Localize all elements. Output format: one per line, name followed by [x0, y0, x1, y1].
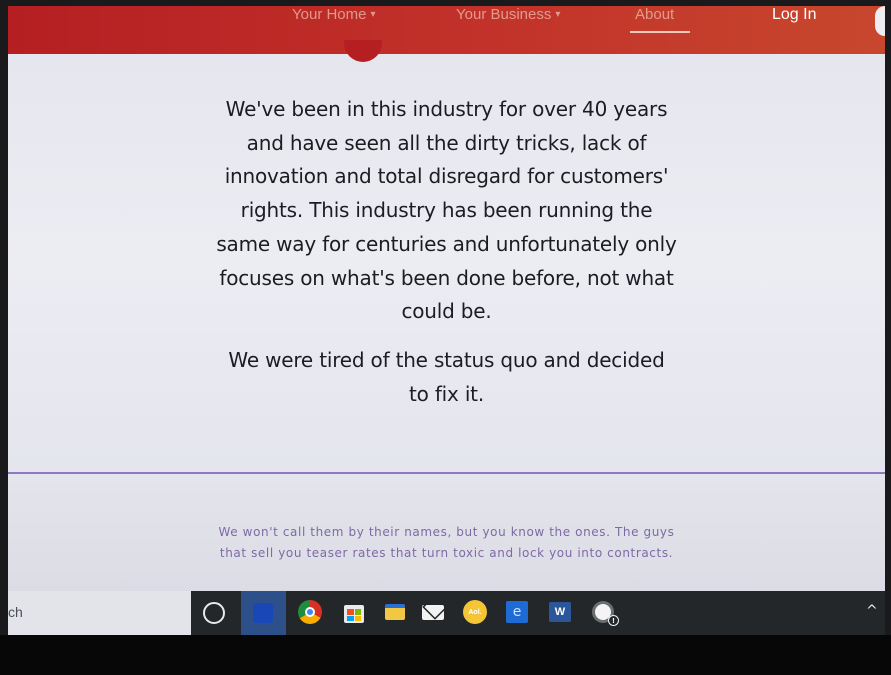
mail-icon[interactable]	[421, 600, 445, 624]
monitor-bezel-right	[885, 0, 891, 635]
chevron-down-icon: ▾	[370, 9, 376, 20]
text-line: innovation and total disregard for custo…	[224, 164, 669, 189]
word-icon-label: W	[549, 602, 571, 622]
cortana-icon[interactable]	[203, 602, 225, 624]
task-view-glyph	[253, 603, 273, 623]
text-line: We were tired of the status quo and deci…	[228, 348, 665, 372]
file-explorer-icon[interactable]	[383, 600, 407, 624]
aol-icon-label: Aol.	[463, 600, 487, 624]
active-nav-underline	[630, 31, 690, 33]
about-content: We've been in this industry for over 40 …	[8, 54, 885, 472]
login-link[interactable]: Log In	[772, 6, 816, 24]
nav-item-label: Your Business	[456, 6, 552, 23]
text-line: same way for centuries and unfortunately…	[216, 231, 677, 256]
nav-item-your-home[interactable]: Your Home ▾	[292, 6, 376, 23]
taskbar-search-box[interactable]: ch	[8, 591, 191, 635]
nav-item-your-business[interactable]: Your Business ▾	[456, 6, 560, 23]
task-view-icon[interactable]	[241, 591, 286, 635]
text-line: rights. This industry has been running t…	[240, 198, 653, 223]
text-line: We've been in this industry for over 40 …	[225, 97, 668, 121]
windows-taskbar: ch Aol. e W ! ^	[8, 591, 885, 635]
chevron-down-icon: ▾	[555, 9, 561, 20]
caption-text: We won't call them by their names, but y…	[8, 522, 885, 564]
system-tray-chevron-icon[interactable]: ^	[866, 603, 878, 619]
store-icon[interactable]	[342, 600, 366, 624]
search-input-text: ch	[8, 604, 23, 620]
text-line: focuses on what's been done before, not …	[219, 265, 674, 290]
weather-icon[interactable]: !	[591, 600, 619, 626]
top-navigation: Your Home ▾ Your Business ▾ About Log In	[8, 6, 885, 54]
word-icon[interactable]: W	[548, 600, 572, 624]
chrome-icon[interactable]	[298, 600, 322, 624]
caption-line: We won't call them by their names, but y…	[218, 525, 675, 539]
aol-icon[interactable]: Aol.	[463, 600, 487, 624]
nav-edge-shape	[875, 6, 885, 36]
monitor-bezel-bottom	[0, 635, 891, 675]
text-line: to fix it.	[409, 381, 484, 406]
lower-section: We won't call them by their names, but y…	[8, 474, 885, 591]
text-line: could be.	[401, 299, 492, 324]
nav-item-label: Your Home	[292, 6, 367, 23]
edge-icon[interactable]: e	[505, 600, 529, 624]
nav-item-label: About	[635, 6, 675, 23]
about-paragraph-history: We've been in this industry for over 40 …	[8, 93, 885, 329]
caption-line: that sell you teaser rates that turn tox…	[219, 546, 674, 560]
nav-item-about[interactable]: About	[635, 6, 674, 23]
about-paragraph-mission: We were tired of the status quo and deci…	[8, 344, 885, 411]
text-line: and have seen all the dirty tricks, lack…	[246, 130, 647, 155]
monitor-bezel-left	[0, 0, 8, 635]
